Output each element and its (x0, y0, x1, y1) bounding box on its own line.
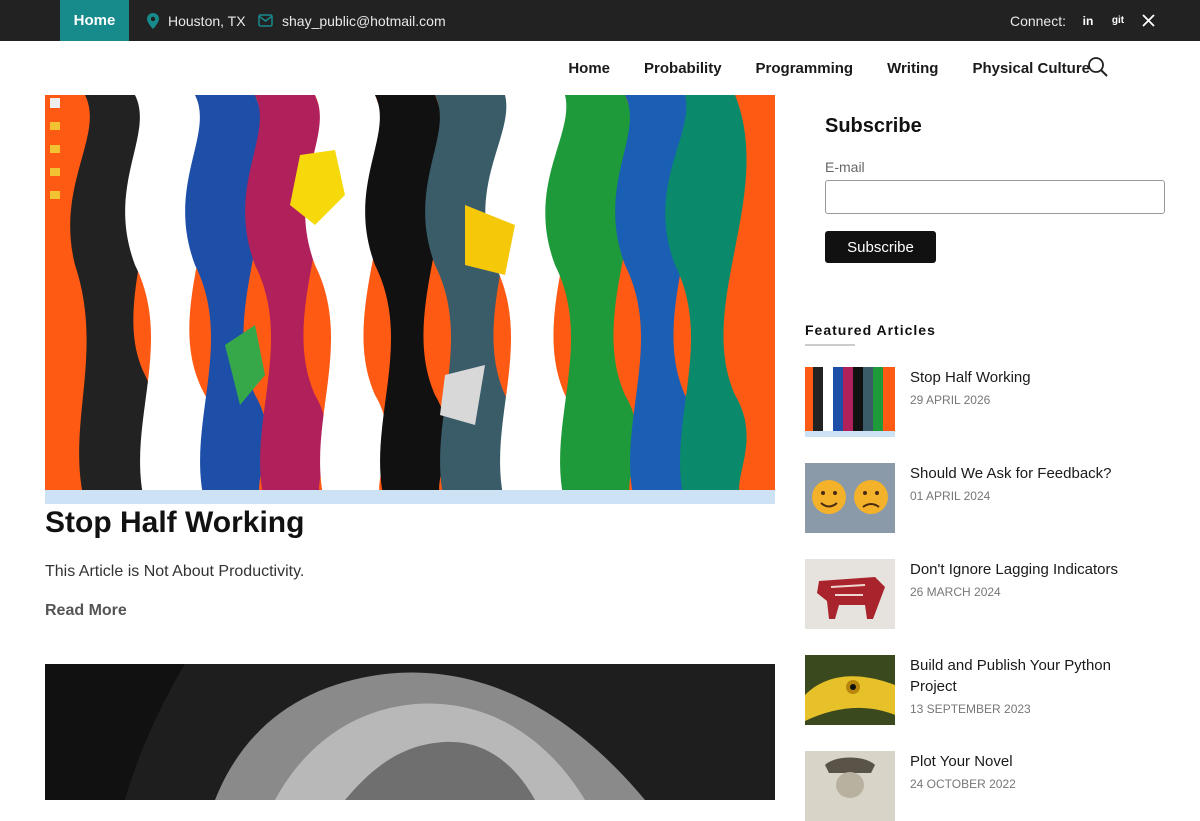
map-pin-icon (147, 12, 159, 29)
nav-item-writing[interactable]: Writing (870, 60, 955, 77)
git-icon[interactable]: git (1110, 13, 1126, 29)
featured-title[interactable]: Build and Publish Your Python Project (910, 655, 1150, 697)
featured-divider (805, 344, 855, 346)
featured-item[interactable]: Should We Ask for Feedback? 01 April 202… (805, 463, 1165, 533)
featured-item[interactable]: Don't Ignore Lagging Indicators 26 March… (805, 559, 1165, 629)
top-home-link[interactable]: Home (60, 0, 129, 41)
featured-title[interactable]: Should We Ask for Feedback? (910, 463, 1150, 484)
email-info[interactable]: shay_public@hotmail.com (258, 0, 446, 41)
nav-item-probability[interactable]: Probability (627, 60, 739, 77)
featured-text: Should We Ask for Feedback? 01 April 202… (910, 463, 1150, 503)
featured-text: Stop Half Working 29 April 2026 (910, 367, 1150, 407)
social-links: Connect: in git (1010, 0, 1156, 41)
nav-item-physical-culture[interactable]: Physical Culture (955, 60, 1107, 77)
read-more-link[interactable]: Read More (45, 602, 127, 620)
nav-menu: Home Probability Programming Writing Phy… (551, 41, 1107, 95)
envelope-icon (258, 14, 273, 27)
location-info: Houston, TX (147, 0, 246, 41)
featured-heading: Featured Articles (805, 322, 936, 338)
featured-text: Build and Publish Your Python Project 13… (910, 655, 1150, 716)
featured-post-image[interactable] (45, 95, 775, 504)
featured-item[interactable]: Stop Half Working 29 April 2026 (805, 367, 1165, 437)
location-text: Houston, TX (168, 12, 246, 29)
featured-title[interactable]: Don't Ignore Lagging Indicators (910, 559, 1150, 580)
collage-artwork (45, 95, 775, 504)
subscribe-button[interactable]: Subscribe (825, 231, 936, 263)
top-bar: Home Houston, TX shay_public@hotmail.com… (0, 0, 1200, 41)
featured-date: 24 October 2022 (910, 777, 1016, 791)
subscribe-heading: Subscribe (825, 115, 922, 137)
featured-item[interactable]: Plot Your Novel 24 October 2022 (805, 751, 1165, 821)
featured-title[interactable]: Stop Half Working (910, 367, 1150, 388)
featured-date: 13 September 2023 (910, 702, 1031, 716)
featured-thumbnail[interactable] (805, 367, 895, 437)
email-field[interactable] (825, 180, 1165, 214)
featured-date: 29 April 2026 (910, 393, 991, 407)
email-text: shay_public@hotmail.com (282, 12, 446, 29)
nav-item-programming[interactable]: Programming (739, 60, 871, 77)
linkedin-icon[interactable]: in (1080, 13, 1096, 29)
featured-title[interactable]: Plot Your Novel (910, 751, 1150, 772)
search-icon[interactable] (1087, 56, 1109, 78)
second-post-image[interactable] (45, 664, 775, 800)
featured-thumbnail[interactable] (805, 559, 895, 629)
grayscale-artwork (45, 664, 775, 800)
featured-thumbnail[interactable] (805, 751, 895, 821)
featured-text: Don't Ignore Lagging Indicators 26 March… (910, 559, 1150, 599)
email-label: E-mail (825, 159, 865, 175)
post-title[interactable]: Stop Half Working (45, 506, 304, 540)
featured-date: 01 April 2024 (910, 489, 991, 503)
featured-item[interactable]: Build and Publish Your Python Project 13… (805, 655, 1165, 725)
x-icon[interactable] (1140, 13, 1156, 29)
main-nav: Home Probability Programming Writing Phy… (0, 41, 1200, 95)
nav-item-home[interactable]: Home (551, 60, 627, 77)
featured-thumbnail[interactable] (805, 463, 895, 533)
featured-date: 26 March 2024 (910, 585, 1001, 599)
connect-label: Connect: (1009, 12, 1066, 29)
featured-text: Plot Your Novel 24 October 2022 (910, 751, 1150, 791)
featured-thumbnail[interactable] (805, 655, 895, 725)
post-excerpt: This Article is Not About Productivity. (45, 563, 305, 580)
